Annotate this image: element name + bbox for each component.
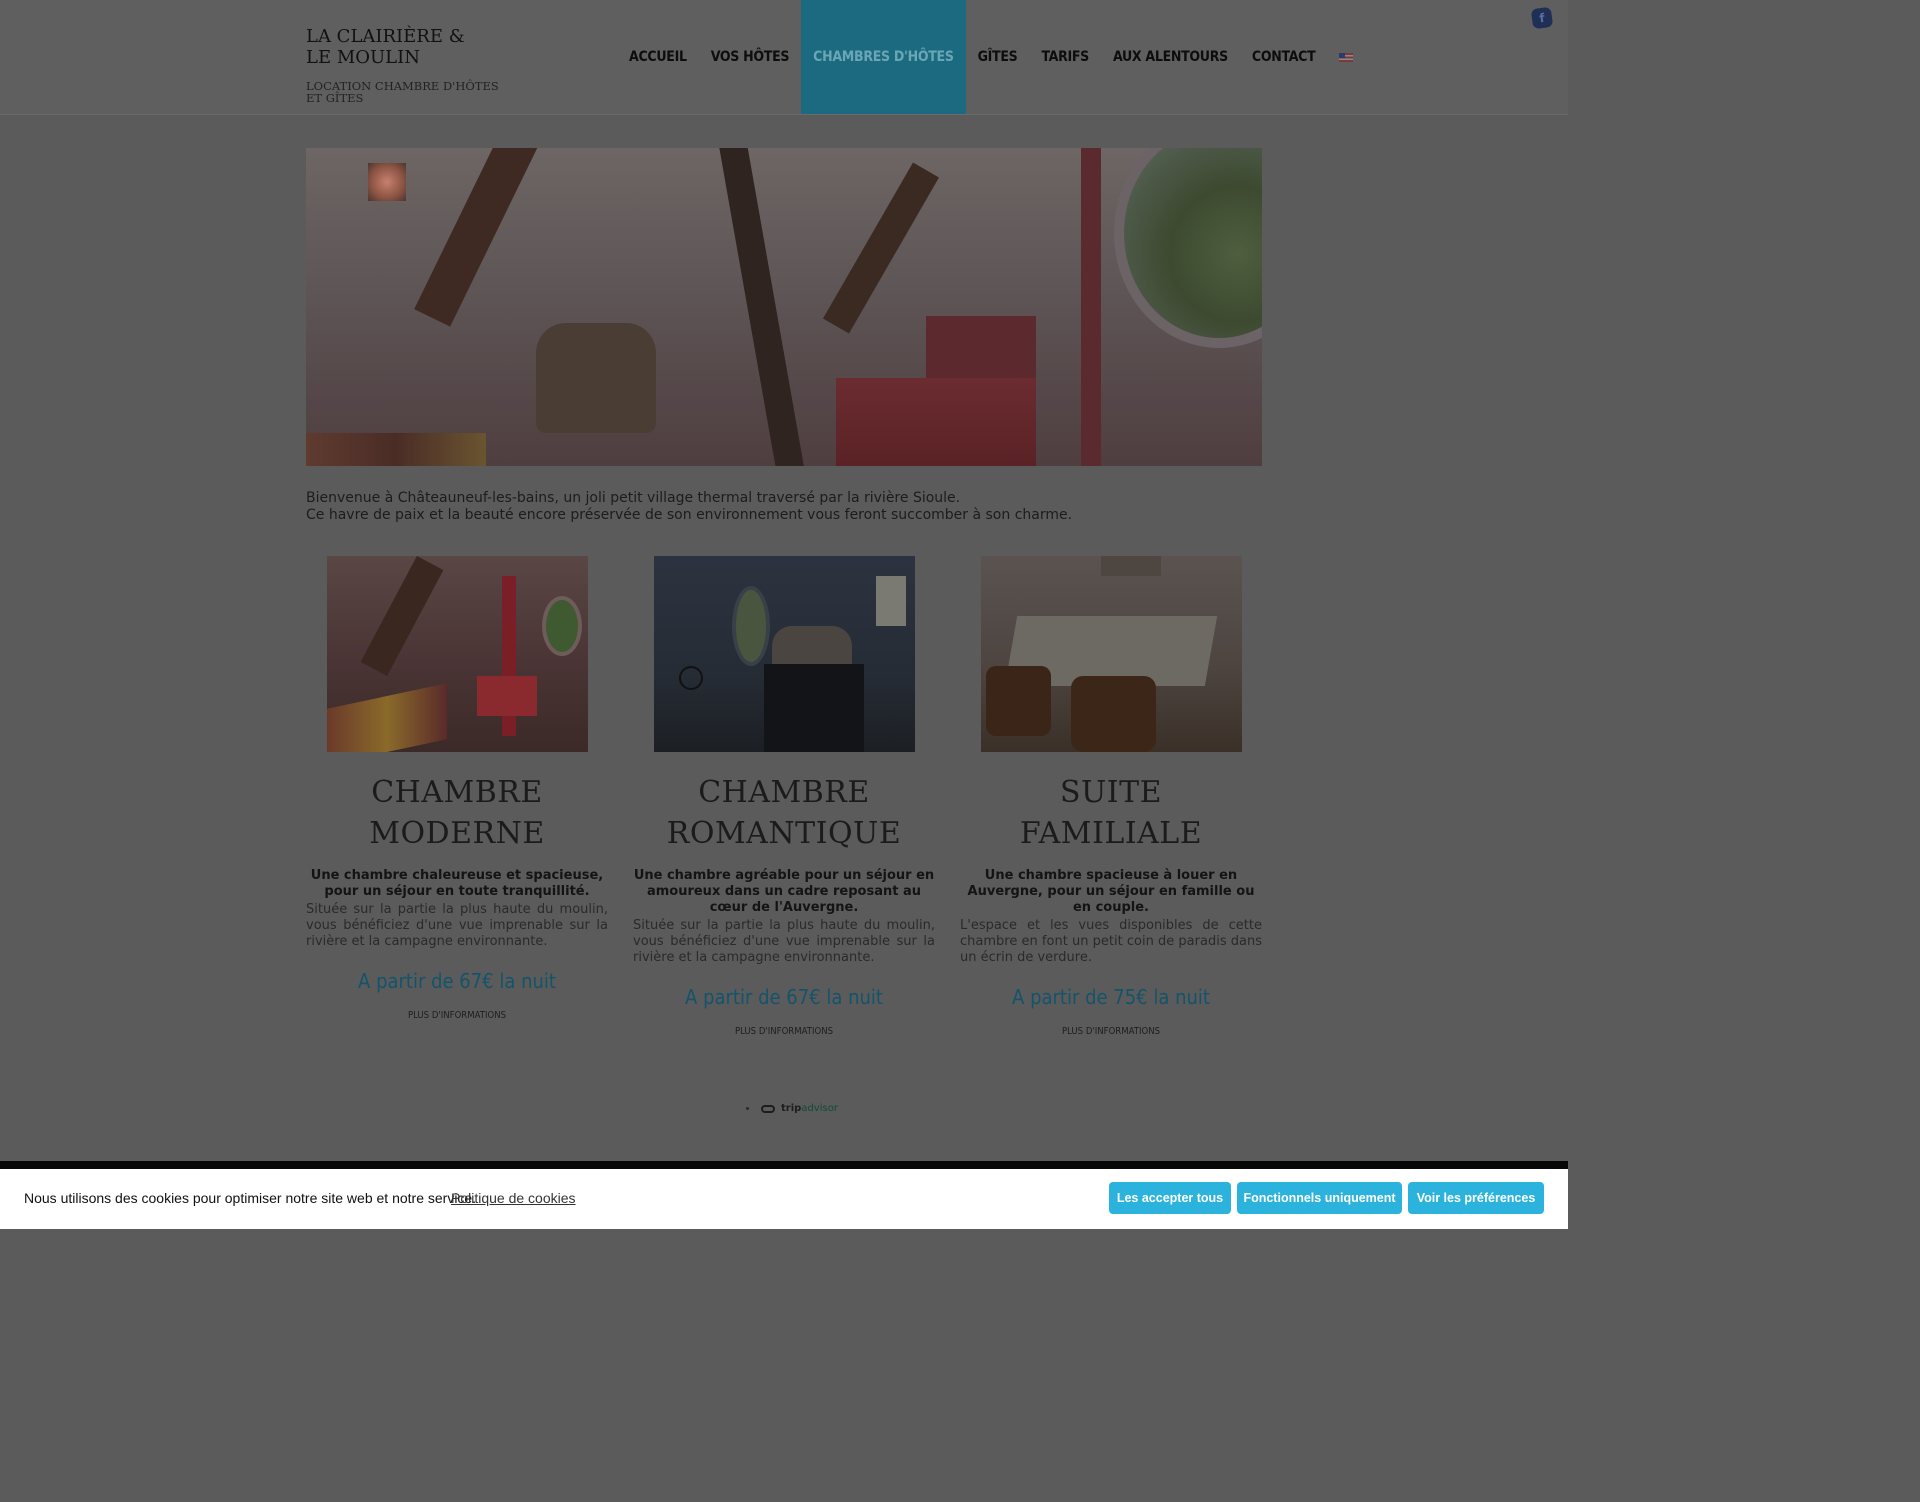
nav-item-aux-alentours[interactable]: AUX ALENTOURS [1101, 0, 1240, 114]
photo-window [731, 586, 770, 666]
hero-image [306, 148, 1262, 466]
intro-text: Bienvenue à Châteauneuf-les-bains, un jo… [306, 490, 1266, 524]
photo-bed [763, 664, 864, 752]
hero-beam [414, 148, 538, 327]
nav-item-chambres-dhotes[interactable]: CHAMBRES D'HÔTES [801, 0, 966, 114]
site-title: LA CLAIRIÈRE & LE MOULIN [306, 26, 506, 68]
room-card-familiale: SUITE FAMILIALE Une chambre spacieuse à … [960, 556, 1262, 1037]
room-lead: Une chambre agréable pour un séjour en a… [633, 868, 935, 915]
room-price-link[interactable]: A partir de 75€ la nuit [960, 984, 1262, 1010]
photo-window [541, 596, 582, 656]
hero-beam [823, 162, 939, 334]
room-card-romantique: CHAMBRE ROMANTIQUE Une chambre agréable … [633, 556, 935, 1037]
hero-chair [536, 323, 656, 433]
room-description: Située sur la partie la plus haute du mo… [633, 918, 935, 965]
nav-item-language[interactable] [1327, 0, 1365, 114]
room-title-line2: ROMANTIQUE [666, 816, 902, 851]
photo-beam [360, 556, 443, 677]
tripadvisor-widget[interactable]: tripadvisor [746, 1103, 838, 1114]
hero-curtain [1081, 148, 1101, 466]
nav-item-accueil[interactable]: ACCUEIL [617, 0, 699, 114]
room-title: SUITE FAMILIALE [960, 772, 1262, 854]
room-price-link[interactable]: A partir de 67€ la nuit [306, 968, 608, 994]
cookie-policy-link[interactable]: Politique de cookies [451, 1190, 576, 1206]
hero-lamp [368, 163, 406, 201]
more-info-link[interactable]: PLUS D'INFORMATIONS [306, 1010, 608, 1021]
photo-armchair [1070, 676, 1156, 752]
cookie-preferences-button[interactable]: Voir les préférences [1408, 1182, 1544, 1214]
nav-item-tarifs[interactable]: TARIFS [1029, 0, 1101, 114]
photo-bed [476, 676, 537, 716]
room-photo[interactable] [653, 556, 915, 752]
bullet-icon [746, 1107, 749, 1110]
room-title-line1: SUITE [1059, 775, 1163, 810]
site-header: LA CLAIRIÈRE & LE MOULIN LOCATION CHAMBR… [0, 0, 1568, 115]
photo-picture [875, 576, 906, 626]
tripadvisor-owl-icon [761, 1104, 775, 1113]
room-lead: Une chambre chaleureuse et spacieuse, po… [310, 868, 604, 899]
hero-bed [836, 378, 1036, 466]
room-description: L'espace et les vues disponibles de cett… [960, 918, 1262, 965]
site-subtitle-line2: ET GÎTES [306, 91, 364, 105]
tripadvisor-logo: tripadvisor [781, 1103, 838, 1114]
photo-globe [678, 666, 703, 690]
site-subtitle: LOCATION CHAMBRE D'HÔTES ET GÎTES [306, 80, 506, 104]
photo-armchair [985, 666, 1051, 736]
footer-strip [0, 1161, 1568, 1169]
hero-beam [713, 148, 807, 466]
nav-item-contact[interactable]: CONTACT [1240, 0, 1327, 114]
photo-headboard [771, 626, 852, 666]
cookie-banner: Nous utilisons des cookies pour optimise… [0, 1169, 1568, 1229]
photo-bedspread [326, 683, 447, 752]
room-title: CHAMBRE MODERNE [306, 772, 608, 854]
room-title-line1: CHAMBRE [371, 775, 543, 810]
room-title-line2: MODERNE [369, 816, 545, 851]
intro-line2: Ce havre de paix et la beauté encore pré… [306, 507, 1073, 523]
room-title-line2: FAMILIALE [1019, 816, 1203, 851]
nav-item-gites[interactable]: GÎTES [966, 0, 1030, 114]
hero-bed-foreground [306, 433, 486, 466]
room-price-link[interactable]: A partir de 67€ la nuit [633, 984, 935, 1010]
hero-round-window [1114, 148, 1262, 348]
tripadvisor-prefix: trip [781, 1103, 802, 1114]
room-description: Située sur la partie la plus haute du mo… [306, 902, 608, 949]
cookie-message: Nous utilisons des cookies pour optimise… [24, 1190, 477, 1206]
facebook-icon[interactable]: f [1530, 6, 1554, 30]
more-info-link[interactable]: PLUS D'INFORMATIONS [633, 1026, 935, 1037]
room-lead: Une chambre spacieuse à louer en Auvergn… [967, 868, 1255, 915]
photo-shelf [1100, 556, 1161, 576]
site-logo[interactable]: LA CLAIRIÈRE & LE MOULIN LOCATION CHAMBR… [306, 26, 506, 104]
tripadvisor-suffix: advisor [801, 1103, 838, 1114]
us-flag-icon [1339, 52, 1354, 62]
intro-line1: Bienvenue à Châteauneuf-les-bains, un jo… [306, 490, 961, 506]
more-info-link[interactable]: PLUS D'INFORMATIONS [960, 1026, 1262, 1037]
accept-all-cookies-button[interactable]: Les accepter tous [1109, 1182, 1231, 1214]
room-card-moderne: CHAMBRE MODERNE Une chambre chaleureuse … [306, 556, 608, 1021]
functional-only-button[interactable]: Fonctionnels uniquement [1237, 1182, 1402, 1214]
nav-item-vos-hotes[interactable]: VOS HÔTES [699, 0, 801, 114]
hero-headboard [926, 316, 1036, 386]
room-photo[interactable] [980, 556, 1242, 752]
site-title-line2: LE MOULIN [306, 47, 420, 68]
room-title: CHAMBRE ROMANTIQUE [633, 772, 935, 854]
site-title-line1: LA CLAIRIÈRE & [306, 26, 465, 47]
room-photo[interactable] [326, 556, 588, 752]
main-nav: ACCUEIL VOS HÔTES CHAMBRES D'HÔTES GÎTES… [617, 0, 1365, 114]
room-title-line1: CHAMBRE [698, 775, 870, 810]
